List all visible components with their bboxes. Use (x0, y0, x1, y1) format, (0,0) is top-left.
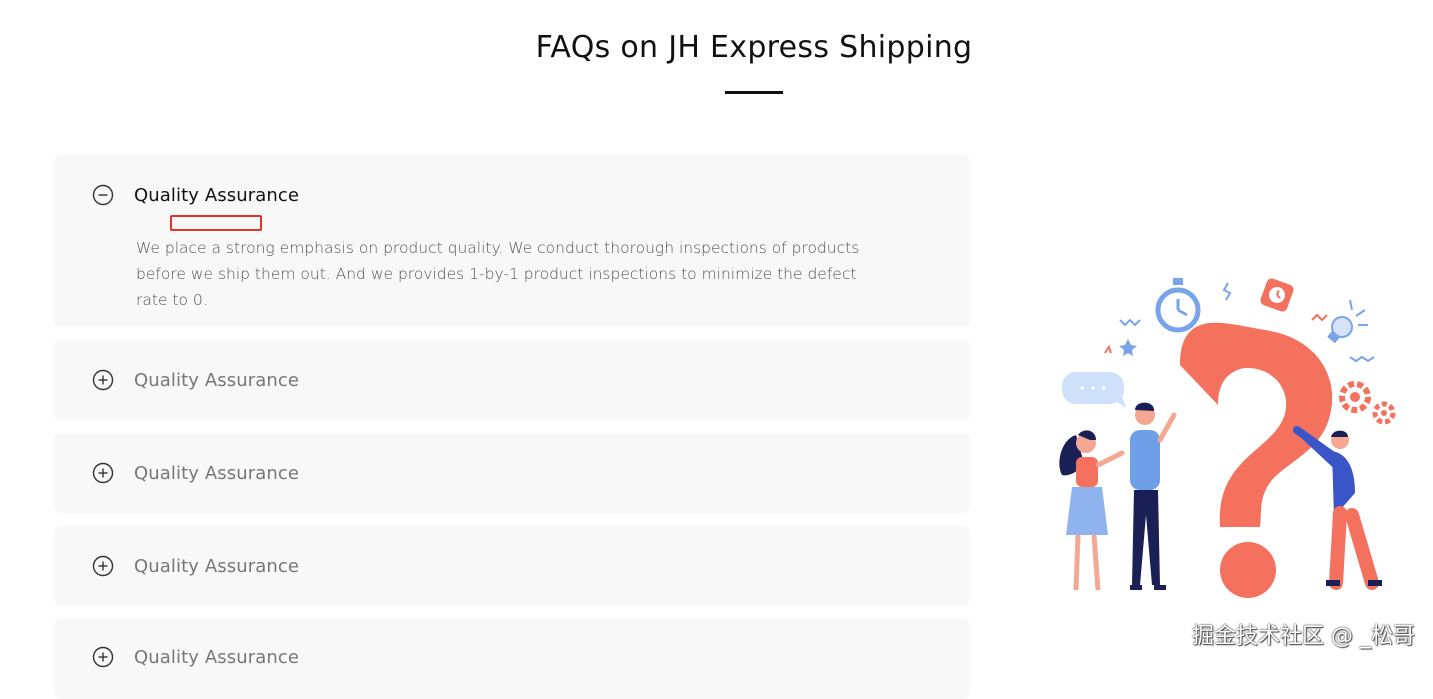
faq-item: Quality Assurance (54, 340, 970, 420)
gear-icon (1339, 381, 1371, 413)
stopwatch-icon (1155, 278, 1201, 333)
squiggle-decoration (1349, 355, 1375, 363)
squiggle-decoration (1311, 313, 1328, 322)
page-title: FAQs on JH Express Shipping (535, 30, 973, 65)
question-mark-illustration: • • • (1050, 265, 1410, 605)
faq-question[interactable]: Quality Assurance (134, 556, 299, 577)
squiggle-decoration (1104, 344, 1112, 354)
faq-item: Quality Assurance (54, 619, 970, 699)
woman-figure (1059, 430, 1125, 591)
faq-answer: We place a strong emphasis on product qu… (136, 239, 860, 309)
chat-bubble-text: • • • (1079, 382, 1108, 396)
faq-question[interactable]: Quality Assurance (134, 463, 299, 484)
title-underline (725, 91, 783, 94)
man-figure (1130, 402, 1177, 590)
faq-header[interactable]: Quality Assurance (92, 433, 299, 513)
question-mark-shape (1180, 322, 1333, 527)
faq-question[interactable]: Quality Assurance (134, 370, 299, 391)
faq-item: Quality Assurance (54, 526, 970, 606)
faq-header[interactable]: Quality Assurance (92, 617, 299, 697)
faq-question[interactable]: Quality Assurance (134, 647, 299, 668)
squiggle-decoration (1119, 318, 1141, 327)
plus-circle-icon[interactable] (92, 462, 114, 484)
squiggle-decoration (1222, 282, 1232, 301)
question-mark-dot (1220, 542, 1276, 598)
faq-item: Quality Assurance (54, 433, 970, 513)
plus-circle-icon[interactable] (92, 369, 114, 391)
plus-circle-icon[interactable] (92, 555, 114, 577)
chat-bubble-icon: • • • (1062, 372, 1126, 408)
clock-badge-icon (1260, 278, 1294, 312)
faq-item: Quality Assurance We place a strong emph… (54, 155, 970, 327)
gear-icon (1372, 401, 1396, 425)
plus-circle-icon[interactable] (92, 646, 114, 668)
faq-question[interactable]: Quality Assurance (134, 185, 299, 206)
faq-header[interactable]: Quality Assurance (92, 340, 299, 420)
minus-circle-icon[interactable] (92, 184, 114, 206)
faq-header[interactable]: Quality Assurance (92, 526, 299, 606)
lightbulb-icon (1327, 316, 1353, 344)
star-icon (1119, 339, 1137, 356)
pushing-man-figure (1293, 426, 1382, 590)
highlight-box (170, 215, 262, 231)
watermark: 掘金技术社区 @ _松哥 (1192, 624, 1415, 649)
